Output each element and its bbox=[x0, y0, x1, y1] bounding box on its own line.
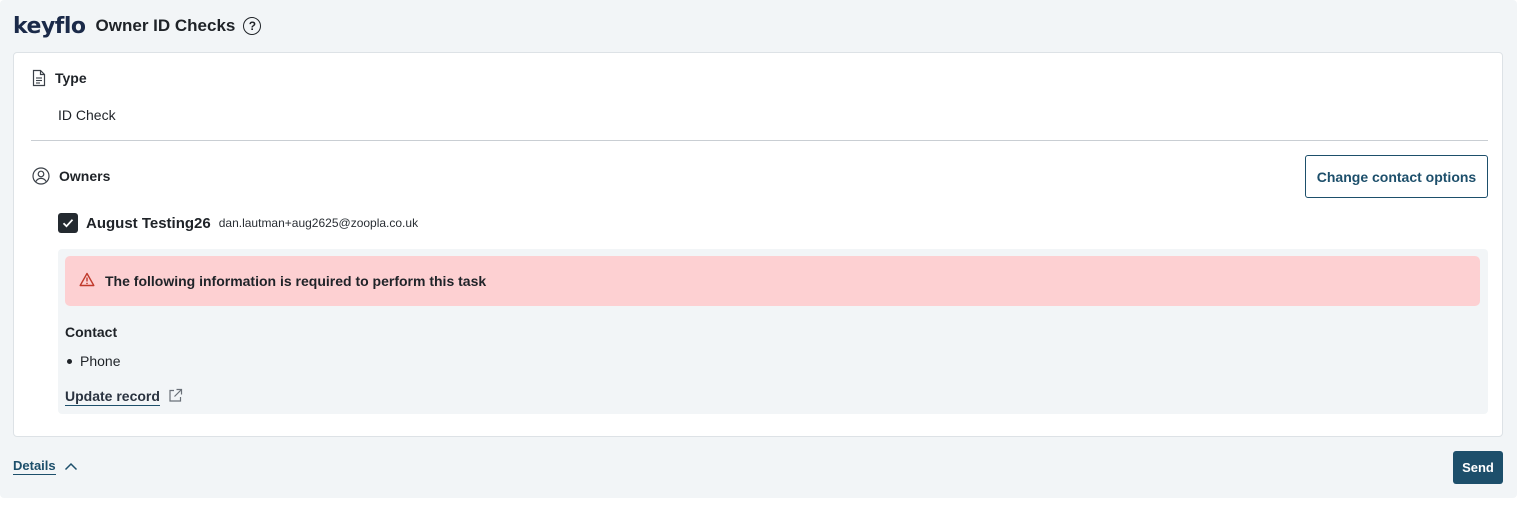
chevron-up-icon[interactable] bbox=[64, 459, 78, 474]
update-record-link[interactable]: Update record bbox=[65, 388, 183, 406]
send-button[interactable]: Send bbox=[1453, 451, 1503, 484]
checkmark-icon bbox=[62, 219, 74, 228]
page-frame: keyflo Owner ID Checks ? Type ID Check O… bbox=[0, 0, 1517, 498]
owners-heading: Owners bbox=[59, 168, 111, 184]
type-value: ID Check bbox=[58, 107, 116, 123]
owner-checkbox[interactable] bbox=[58, 213, 78, 233]
owner-row: August Testing26 dan.lautman+aug2625@zoo… bbox=[58, 213, 418, 233]
change-contact-options-button[interactable]: Change contact options bbox=[1305, 155, 1488, 198]
contact-label: Contact bbox=[65, 324, 118, 340]
details-label[interactable]: Details bbox=[13, 458, 56, 475]
required-info-alert: The following information is required to… bbox=[65, 256, 1480, 306]
type-section-header: Type bbox=[32, 69, 87, 87]
type-heading: Type bbox=[55, 70, 87, 86]
warning-triangle-icon bbox=[79, 272, 95, 290]
external-link-icon[interactable] bbox=[168, 388, 183, 406]
task-card: Type ID Check Owners Change contact opti… bbox=[13, 52, 1503, 437]
user-circle-icon bbox=[32, 167, 50, 185]
alert-text: The following information is required to… bbox=[105, 273, 487, 289]
section-divider bbox=[31, 140, 1488, 141]
question-circle-icon[interactable]: ? bbox=[243, 17, 262, 35]
update-record-label[interactable]: Update record bbox=[65, 388, 160, 406]
owner-name: August Testing26 bbox=[86, 214, 211, 232]
bullet bbox=[67, 358, 72, 364]
page-title: Owner ID Checks bbox=[95, 16, 236, 35]
list-item: Phone bbox=[65, 353, 120, 369]
header: keyflo Owner ID Checks ? bbox=[13, 10, 262, 42]
requirements-panel: The following information is required to… bbox=[58, 249, 1488, 414]
keyflo-logo: keyflo bbox=[13, 13, 86, 39]
owner-email: dan.lautman+aug2625@zoopla.co.uk bbox=[218, 216, 419, 230]
document-icon bbox=[32, 69, 46, 87]
list-item-label: Phone bbox=[80, 353, 121, 369]
details-toggle[interactable]: Details bbox=[13, 458, 78, 475]
owners-section-header: Owners bbox=[32, 167, 110, 185]
